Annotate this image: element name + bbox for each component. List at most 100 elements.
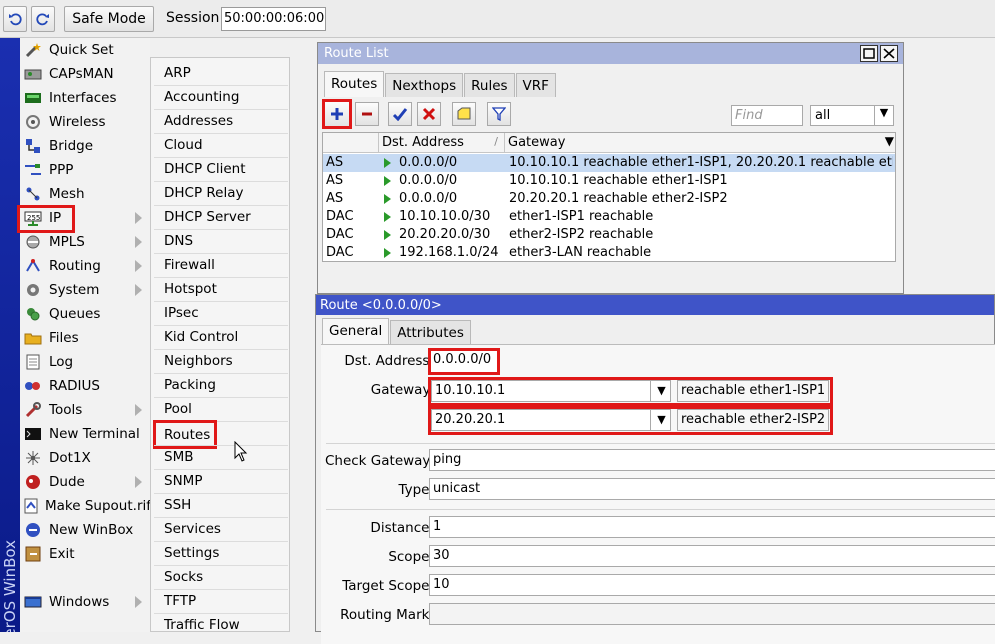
disable-button[interactable] bbox=[417, 102, 441, 126]
submenu-item-kid-control[interactable]: Kid Control bbox=[154, 325, 288, 349]
gateway-2-dropdown-icon[interactable]: ▼ bbox=[650, 410, 672, 430]
distance-field[interactable]: 1 bbox=[429, 516, 995, 538]
dst-address-column-header[interactable]: Dst. Address / bbox=[379, 133, 505, 153]
menu-item-radius[interactable]: RADIUS bbox=[20, 374, 150, 398]
menu-item-new-winbox[interactable]: New WinBox bbox=[20, 518, 150, 542]
submenu-item-neighbors[interactable]: Neighbors bbox=[154, 349, 288, 373]
menu-item-quick-set[interactable]: Quick Set bbox=[20, 38, 150, 62]
route-list-tab-rules[interactable]: Rules bbox=[464, 73, 515, 97]
submenu-item-smb[interactable]: SMB bbox=[154, 445, 288, 469]
type-field[interactable]: unicast bbox=[429, 478, 995, 500]
session-field[interactable]: 50:00:00:06:00:02 bbox=[221, 7, 326, 31]
gateway-1-dropdown-icon[interactable]: ▼ bbox=[650, 381, 672, 401]
undo-button[interactable] bbox=[3, 6, 27, 32]
dst-address-field[interactable]: 0.0.0.0/0 bbox=[428, 348, 500, 375]
submenu-item-socks[interactable]: Socks bbox=[154, 565, 288, 589]
menu-item-routing[interactable]: Routing bbox=[20, 254, 150, 278]
submenu-item-dhcp-client[interactable]: DHCP Client bbox=[154, 157, 288, 181]
submenu-item-firewall[interactable]: Firewall bbox=[154, 253, 288, 277]
route-edit-titlebar[interactable]: Route <0.0.0.0/0> bbox=[316, 295, 994, 315]
submenu-item-dns[interactable]: DNS bbox=[154, 229, 288, 253]
route-list-tab-routes[interactable]: Routes bbox=[324, 71, 385, 97]
route-list-tab-vrf[interactable]: VRF bbox=[515, 73, 556, 97]
table-row[interactable]: AS 0.0.0.0/0 20.20.20.1 reachable ether2-I… bbox=[323, 190, 895, 208]
table-row[interactable]: DAC 10.10.10.0/30 ether1-ISP1 reachable bbox=[323, 208, 895, 226]
gateway-2-field[interactable]: 20.20.20.1 bbox=[431, 409, 671, 431]
menu-item-mpls[interactable]: MPLS bbox=[20, 230, 150, 254]
distance-label: Distance: bbox=[370, 520, 434, 536]
close-button[interactable] bbox=[880, 45, 898, 62]
menu-item-label: Queues bbox=[49, 306, 101, 322]
menu-item-label: CAPsMAN bbox=[49, 66, 114, 82]
route-edit-tab-attributes[interactable]: Attributes bbox=[390, 320, 471, 344]
comment-button[interactable] bbox=[452, 102, 476, 126]
table-row[interactable]: AS 0.0.0.0/0 10.10.10.1 reachable ether1-I… bbox=[323, 172, 895, 190]
ppp-icon bbox=[23, 161, 43, 179]
add-route-button[interactable] bbox=[322, 99, 352, 129]
safe-mode-button[interactable]: Safe Mode bbox=[64, 6, 154, 32]
submenu-item-routes[interactable]: Routes bbox=[153, 420, 217, 449]
route-list-tab-nexthops[interactable]: Nexthops bbox=[385, 73, 464, 97]
menu-item-mesh[interactable]: Mesh bbox=[20, 182, 150, 206]
maximize-icon bbox=[863, 48, 875, 59]
submenu-item-tftp[interactable]: TFTP bbox=[154, 589, 288, 613]
submenu-item-ipsec[interactable]: IPsec bbox=[154, 301, 288, 325]
menu-item-ppp[interactable]: PPP bbox=[20, 158, 150, 182]
submenu-item-dhcp-server[interactable]: DHCP Server bbox=[154, 205, 288, 229]
submenu-arrow-icon bbox=[135, 236, 142, 248]
menu-item-interfaces[interactable]: Interfaces bbox=[20, 86, 150, 110]
menu-item-queues[interactable]: Queues bbox=[20, 302, 150, 326]
submenu-item-cloud[interactable]: Cloud bbox=[154, 133, 288, 157]
routing-mark-field[interactable] bbox=[429, 603, 995, 625]
submenu-item-pool[interactable]: Pool bbox=[154, 397, 288, 421]
menu-item-dot1x[interactable]: Dot1X bbox=[20, 446, 150, 470]
submenu-item-hotspot[interactable]: Hotspot bbox=[154, 277, 288, 301]
submenu-item-arp[interactable]: ARP bbox=[154, 61, 288, 85]
menu-item-new-terminal[interactable]: New Terminal bbox=[20, 422, 150, 446]
check-gateway-field[interactable]: ping bbox=[429, 449, 995, 471]
gateway-1-field[interactable]: 10.10.10.1 bbox=[431, 380, 671, 402]
menu-item-tools[interactable]: Tools bbox=[20, 398, 150, 422]
maximize-button[interactable] bbox=[860, 45, 878, 62]
submenu-item-services[interactable]: Services bbox=[154, 517, 288, 541]
route-list-titlebar[interactable]: Route List bbox=[318, 43, 903, 64]
menu-item-log[interactable]: Log bbox=[20, 350, 150, 374]
table-row[interactable]: DAC 20.20.20.0/30 ether2-ISP2 reachable bbox=[323, 226, 895, 244]
menu-item-capsman[interactable]: CAPsMAN bbox=[20, 62, 150, 86]
submenu-item-packing[interactable]: Packing bbox=[154, 373, 288, 397]
filter-dropdown-icon[interactable]: ▼ bbox=[874, 106, 893, 125]
menu-item-windows[interactable]: Windows bbox=[20, 590, 150, 614]
main-menu: Quick Set CAPsMAN Interfaces Wireless Bridge… bbox=[17, 38, 151, 632]
scope-field[interactable]: 30 bbox=[429, 545, 995, 567]
submenu-item-dhcp-relay[interactable]: DHCP Relay bbox=[154, 181, 288, 205]
submenu-item-ssh[interactable]: SSH bbox=[154, 493, 288, 517]
find-input[interactable]: Find bbox=[731, 105, 803, 126]
redo-button[interactable] bbox=[31, 6, 55, 32]
submenu-item-traffic-flow[interactable]: Traffic Flow bbox=[154, 613, 288, 637]
submenu-item-snmp[interactable]: SNMP bbox=[154, 469, 288, 493]
menu-item-wireless[interactable]: Wireless bbox=[20, 110, 150, 134]
table-row[interactable]: AS 0.0.0.0/0 10.10.10.1 reachable ether1-I… bbox=[323, 154, 895, 172]
menu-item-exit[interactable]: Exit bbox=[20, 542, 150, 566]
submenu-item-accounting[interactable]: Accounting bbox=[154, 85, 288, 109]
gateway-column-header[interactable]: Gateway ▼ bbox=[505, 133, 895, 153]
menu-item-dude[interactable]: Dude bbox=[20, 470, 150, 494]
target-scope-field[interactable]: 10 bbox=[429, 574, 995, 596]
submenu-item-addresses[interactable]: Addresses bbox=[154, 109, 288, 133]
mpls-icon bbox=[23, 233, 43, 251]
flags-column-header[interactable] bbox=[323, 133, 379, 153]
route-edit-tab-general[interactable]: General bbox=[322, 318, 390, 344]
target-scope-label: Target Scope: bbox=[342, 578, 434, 594]
enable-button[interactable] bbox=[388, 102, 412, 126]
menu-item-label: Mesh bbox=[49, 186, 85, 202]
menu-item-make-supout-rif[interactable]: Make Supout.rif bbox=[20, 494, 151, 518]
submenu-item-settings[interactable]: Settings bbox=[154, 541, 288, 565]
columns-dropdown-icon[interactable]: ▼ bbox=[885, 134, 894, 148]
menu-item-bridge[interactable]: Bridge bbox=[20, 134, 150, 158]
menu-item-ip[interactable]: 255 IP bbox=[17, 205, 150, 233]
menu-item-system[interactable]: System bbox=[20, 278, 150, 302]
table-row[interactable]: DAC 192.168.1.0/24 ether3-LAN reachable bbox=[323, 244, 895, 261]
filter-button[interactable] bbox=[487, 102, 511, 126]
menu-item-files[interactable]: Files bbox=[20, 326, 150, 350]
remove-route-button[interactable] bbox=[355, 102, 379, 126]
